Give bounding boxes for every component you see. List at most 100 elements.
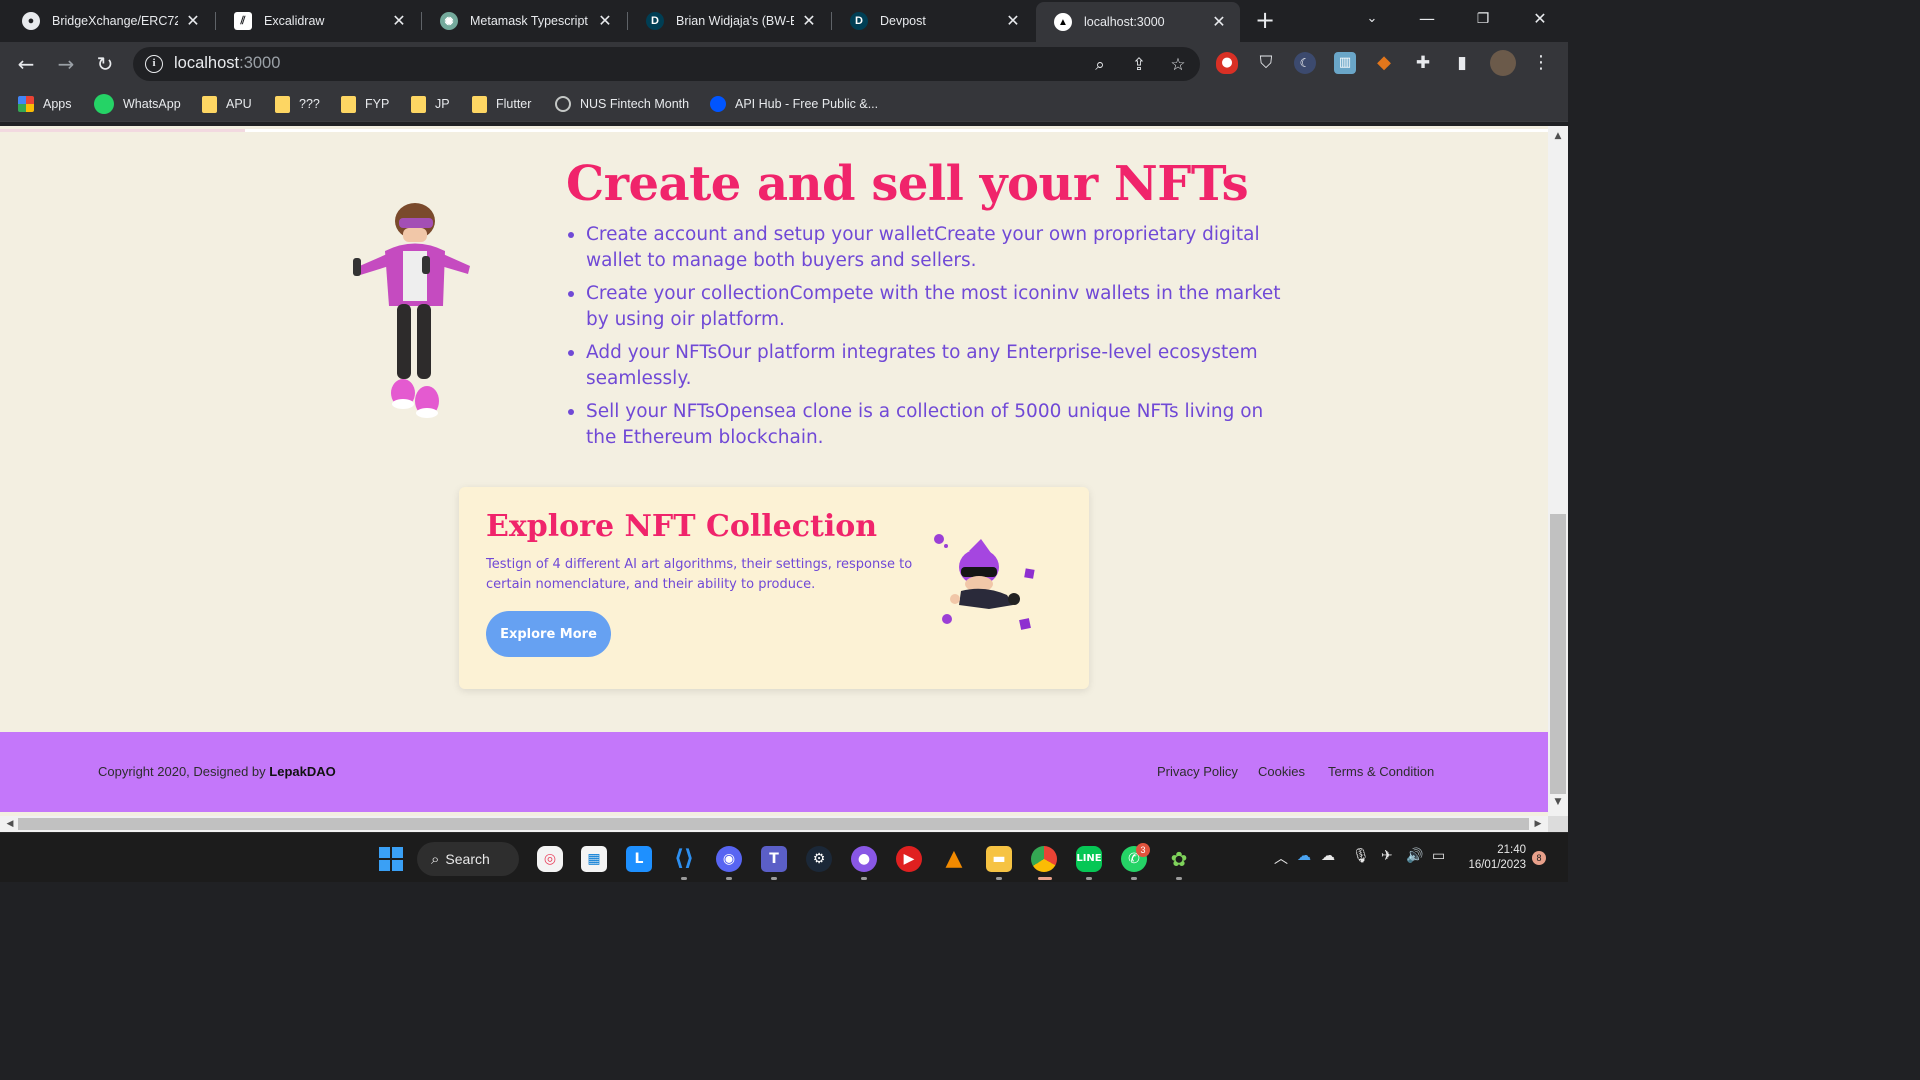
scroll-down-arrow[interactable]: ▼ xyxy=(1548,794,1568,810)
paint-icon[interactable]: ✿ xyxy=(1166,846,1192,872)
close-icon[interactable]: ✕ xyxy=(1210,13,1228,31)
tab-brian-widjaja[interactable]: D Brian Widjaja's (BW-BW ✕ xyxy=(628,0,830,42)
tab-bridgexchange[interactable]: ● BridgeXchange/ERC721 ✕ xyxy=(4,0,214,42)
vertical-scrollbar[interactable]: ▲ ▼ xyxy=(1548,126,1568,816)
shield-extension-icon[interactable]: ● xyxy=(1216,52,1238,74)
menu-kebab-icon[interactable]: ⋮ xyxy=(1530,52,1552,74)
clickup-icon[interactable]: ◎ xyxy=(537,846,563,872)
onedrive-icon[interactable]: ☁ xyxy=(1297,848,1311,864)
notification-badge[interactable]: 8 xyxy=(1532,851,1546,865)
teams-icon[interactable]: T xyxy=(761,846,787,872)
battery-icon[interactable]: ▭ xyxy=(1432,848,1445,864)
tab-devpost[interactable]: D Devpost ✕ xyxy=(832,0,1034,42)
close-icon[interactable]: ✕ xyxy=(390,12,408,30)
tab-search-icon[interactable]: ⌄ xyxy=(1352,6,1392,32)
clock-time: 21:40 xyxy=(1497,844,1526,856)
tray-chevron-up-icon[interactable]: ︿ xyxy=(1274,848,1288,868)
bookmarks-bar: Apps WhatsApp APU ??? FYP JP Flutter NUS… xyxy=(0,86,1568,122)
tab-title: Excalidraw xyxy=(264,14,325,28)
address-bar[interactable]: i localhost:3000 ⌕ ⇪ ☆ xyxy=(133,47,1200,81)
url-port: :3000 xyxy=(239,54,281,72)
bookmark-whatsapp[interactable]: WhatsApp xyxy=(94,94,181,114)
extensions-puzzle-icon[interactable]: ✚ xyxy=(1412,52,1434,74)
bookmark-question[interactable]: ??? xyxy=(275,94,320,114)
tab-excalidraw[interactable]: ⫽ Excalidraw ✕ xyxy=(216,0,420,42)
github-desktop-icon[interactable]: ● xyxy=(851,846,877,872)
microphone-icon[interactable]: 🎙 xyxy=(1352,848,1370,864)
clock[interactable]: 21:40 16/01/2023 xyxy=(1462,843,1526,873)
close-icon[interactable]: ✕ xyxy=(1004,12,1022,30)
folder-icon xyxy=(341,95,356,113)
bookmark-apps[interactable]: Apps xyxy=(18,94,72,114)
taskbar-search[interactable]: ⌕ Search xyxy=(417,842,519,876)
bookmark-star-icon[interactable]: ☆ xyxy=(1167,54,1189,76)
running-indicator xyxy=(681,877,687,880)
tab-localhost[interactable]: ▲ localhost:3000 ✕ xyxy=(1036,2,1240,42)
minimize-button[interactable]: — xyxy=(1407,6,1447,32)
l-app-icon[interactable]: L xyxy=(626,846,652,872)
horizontal-scrollbar[interactable]: ◀ ▶ xyxy=(0,816,1548,832)
ublock-icon[interactable]: ⛉ xyxy=(1255,52,1277,74)
back-button[interactable]: ← xyxy=(12,50,40,78)
close-icon[interactable]: ✕ xyxy=(800,12,818,30)
tab-metamask[interactable]: ✺ Metamask Typescript Si ✕ xyxy=(422,0,626,42)
youtube-music-icon[interactable]: ▶ xyxy=(896,846,922,872)
vscode-icon[interactable]: ⟨⟩ xyxy=(671,846,697,872)
site-info-icon[interactable]: i xyxy=(145,55,163,73)
restore-button[interactable]: ❐ xyxy=(1463,6,1503,32)
close-icon[interactable]: ✕ xyxy=(596,12,614,30)
microsoft-store-icon[interactable]: ▦ xyxy=(581,846,607,872)
vlc-icon[interactable]: ▲ xyxy=(941,846,967,872)
excalidraw-icon: ⫽ xyxy=(234,12,252,30)
cloud-icon[interactable]: ☁ xyxy=(1321,848,1335,864)
vercel-icon: ▲ xyxy=(1054,13,1072,31)
line-icon[interactable]: LINE xyxy=(1076,846,1102,872)
notes-extension-icon[interactable]: ▥ xyxy=(1334,52,1356,74)
horizontal-scroll-thumb[interactable] xyxy=(18,818,1529,830)
vertical-scroll-thumb[interactable] xyxy=(1550,514,1566,794)
volume-icon[interactable]: 🔊 xyxy=(1406,848,1423,864)
apps-grid-icon xyxy=(18,96,34,112)
url-text[interactable]: localhost:3000 xyxy=(174,54,280,73)
bookmark-api-hub[interactable]: API Hub - Free Public &... xyxy=(710,94,878,114)
scroll-right-arrow[interactable]: ▶ xyxy=(1528,816,1548,832)
dark-reader-icon[interactable]: ☾ xyxy=(1294,52,1316,74)
explore-card: Explore NFT Collection Testign of 4 diff… xyxy=(459,487,1089,689)
scroll-up-arrow[interactable]: ▲ xyxy=(1548,128,1568,144)
bookmark-apu[interactable]: APU xyxy=(202,94,252,114)
bookmark-fyp[interactable]: FYP xyxy=(341,94,389,114)
terms-link[interactable]: Terms & Condition xyxy=(1328,764,1434,779)
tab-title: Devpost xyxy=(880,14,926,28)
bookmark-label: Flutter xyxy=(496,97,532,111)
close-window-button[interactable]: ✕ xyxy=(1520,6,1560,32)
bookmark-flutter[interactable]: Flutter xyxy=(472,94,531,114)
metamask-icon[interactable]: ◆ xyxy=(1373,52,1395,74)
scroll-left-arrow[interactable]: ◀ xyxy=(0,816,20,832)
side-panel-icon[interactable]: ▮ xyxy=(1451,52,1473,74)
bookmark-jp[interactable]: JP xyxy=(411,94,450,114)
forward-button[interactable]: → xyxy=(52,50,80,78)
tab-title: Metamask Typescript Si xyxy=(470,14,590,28)
close-icon[interactable]: ✕ xyxy=(184,12,202,30)
chrome-icon[interactable] xyxy=(1031,846,1057,872)
discord-icon[interactable]: ◉ xyxy=(716,846,742,872)
share-icon[interactable]: ⇪ xyxy=(1128,54,1150,76)
scrollbar-corner xyxy=(1548,816,1568,832)
new-tab-button[interactable]: + xyxy=(1252,8,1278,34)
steam-icon[interactable]: ⚙ xyxy=(806,846,832,872)
tab-title: BridgeXchange/ERC721 xyxy=(52,14,178,28)
folder-icon xyxy=(275,95,290,113)
profile-avatar[interactable] xyxy=(1490,50,1516,76)
cookies-link[interactable]: Cookies xyxy=(1258,764,1305,779)
explore-more-button[interactable]: Explore More xyxy=(486,611,611,657)
bookmark-label: Apps xyxy=(43,97,72,111)
reload-button[interactable]: ↻ xyxy=(91,50,119,78)
brand-link[interactable]: LepakDAO xyxy=(269,764,335,779)
windows-start-icon[interactable] xyxy=(378,846,404,872)
search-label: Search xyxy=(445,851,490,867)
privacy-policy-link[interactable]: Privacy Policy xyxy=(1157,764,1238,779)
bookmark-nus-fintech[interactable]: NUS Fintech Month xyxy=(555,94,689,114)
file-explorer-icon[interactable]: ▬ xyxy=(986,846,1012,872)
airplane-mode-icon[interactable]: ✈ xyxy=(1381,848,1393,864)
zoom-icon[interactable]: ⌕ xyxy=(1089,54,1111,76)
